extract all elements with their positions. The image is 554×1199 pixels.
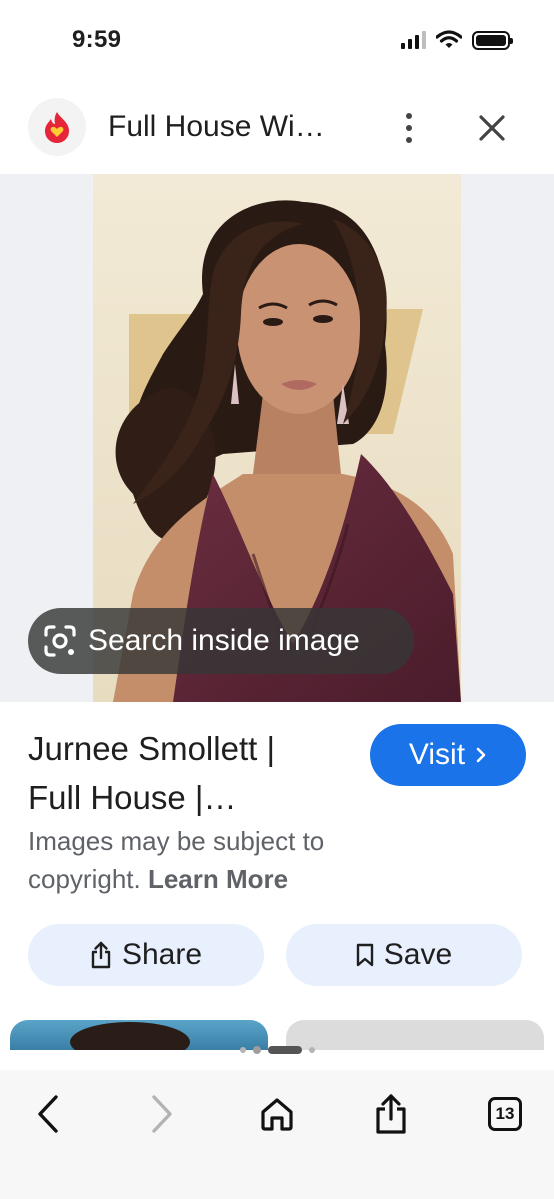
tabs-button[interactable]: 13 [481,1090,529,1138]
battery-icon [472,30,513,50]
status-time: 9:59 [72,26,122,53]
back-button[interactable] [24,1090,72,1138]
google-lens-icon [44,625,76,657]
result-title[interactable]: Jurnee Smollett | Full House |… [28,724,358,822]
share-icon [91,941,111,969]
save-button[interactable]: Save [286,924,522,986]
page-title[interactable]: Full House Wi… [108,110,325,144]
image-viewer: Search inside image [0,174,554,702]
home-icon [261,1098,293,1131]
site-logo[interactable] [28,98,86,156]
sheet-page-indicator [0,1046,554,1054]
tab-count: 13 [488,1097,522,1131]
browser-share-button[interactable] [367,1090,415,1138]
visit-button[interactable]: Visit [370,724,526,786]
viewer-header: Full House Wi… [0,84,554,174]
fire-heart-icon [45,112,69,143]
forward-button[interactable] [138,1090,186,1138]
copyright-notice: Images may be subject to copyright. Lear… [28,822,388,898]
chevron-right-icon [476,747,486,763]
chevron-right-icon [152,1095,172,1133]
wifi-icon [436,30,462,48]
cellular-signal-icon [401,31,426,49]
search-inside-image-label: Search inside image [88,624,360,657]
visit-label: Visit [408,738,466,771]
bookmark-icon [356,943,373,967]
learn-more-link[interactable]: Learn More [148,864,288,894]
status-bar: 9:59 [0,0,554,84]
browser-toolbar: 13 [0,1070,554,1199]
chevron-left-icon [38,1095,58,1133]
status-icons [401,30,513,50]
result-title-line-1: Jurnee Smollett | [28,730,276,767]
result-title-line-2: Full House |… [28,779,237,816]
share-icon [376,1094,406,1134]
close-icon[interactable] [472,108,512,148]
save-label: Save [383,938,453,971]
home-button[interactable] [253,1090,301,1138]
share-label: Share [121,938,203,971]
share-button[interactable]: Share [28,924,264,986]
search-inside-image-button[interactable]: Search inside image [28,608,414,674]
more-vert-icon[interactable] [395,110,423,146]
